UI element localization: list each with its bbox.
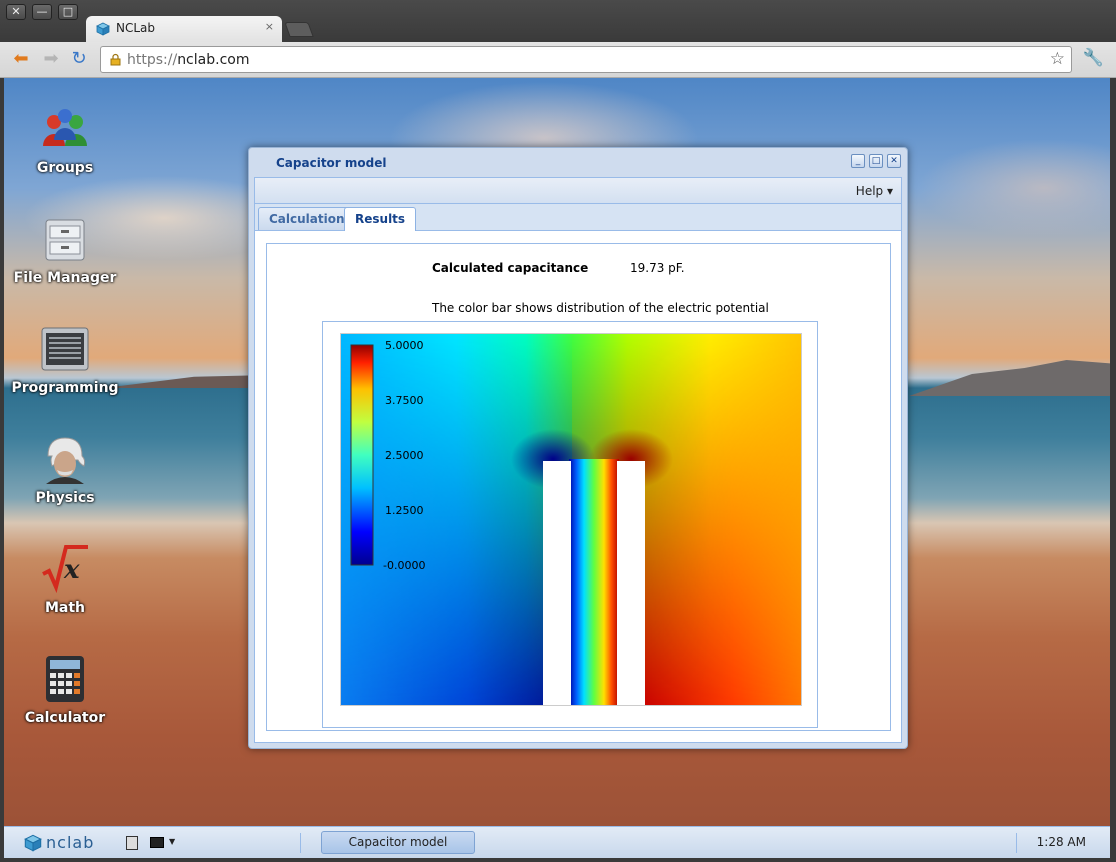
capacitor-model-window: Capacitor model _ □ ✕ Help ▾ Calculation… [248, 147, 908, 749]
groups-icon [43, 109, 87, 146]
results-panel: Calculated capacitance : 19.73 pF. The c… [266, 243, 891, 731]
colorbar-tick: -0.0000 [383, 559, 425, 572]
forward-arrow-icon[interactable]: ➡ [40, 48, 62, 70]
desktop-icon-physics[interactable]: Physics [4, 434, 126, 534]
square-root-x-icon: x [42, 545, 88, 594]
taskbar-clock: 1:28 AM [1036, 835, 1086, 849]
browser-frame-right [1110, 78, 1116, 858]
headland-decoration [104, 375, 254, 388]
browser-maximize-button[interactable]: □ [58, 4, 78, 20]
document-icon[interactable] [126, 836, 138, 850]
binary-terminal-icon [41, 327, 89, 371]
left-electrode [543, 461, 571, 705]
window-title: Capacitor model [276, 156, 387, 170]
desktop-icon-label: Programming [11, 380, 119, 396]
potential-description: The color bar shows distribution of the … [432, 301, 769, 315]
svg-text:x: x [63, 555, 80, 585]
mountain-decoration [909, 360, 1110, 396]
nclab-cube-icon [96, 22, 110, 36]
desktop-icon-label: Calculator [24, 710, 106, 726]
capacitance-label: Calculated capacitance [432, 261, 589, 275]
desktop-icon-label: Physics [35, 490, 95, 506]
window-minimize-button[interactable]: _ [851, 154, 865, 168]
right-electrode [617, 461, 645, 705]
results-content: Calculated capacitance : 19.73 pF. The c… [254, 231, 902, 743]
desktop-icon-label: Math [44, 600, 86, 616]
window-menubar: Help ▾ [254, 177, 902, 204]
desktop-icon-math[interactable]: x Math [4, 544, 126, 644]
desktop-icon-programming[interactable]: Programming [4, 324, 126, 424]
potential-plot-frame: 5.0000 3.7500 2.5000 1.2500 -0.0000 [322, 321, 818, 728]
window-maximize-button[interactable]: □ [869, 154, 883, 168]
capacitance-value: 19.73 pF. [630, 261, 685, 275]
desktop-icon-label: File Manager [13, 270, 117, 286]
lock-warning-icon [110, 53, 121, 66]
potential-plot: 5.0000 3.7500 2.5000 1.2500 -0.0000 [340, 333, 802, 706]
desktop-icon-label: Groups [36, 160, 94, 176]
browser-tab[interactable]: NCLab × [86, 16, 282, 43]
nclab-logo-text[interactable]: nclab [46, 833, 94, 852]
file-cabinet-icon [45, 219, 85, 261]
help-menu[interactable]: Help ▾ [856, 184, 893, 198]
wrench-icon[interactable]: 🔧 [1083, 48, 1104, 68]
calculator-icon [46, 656, 84, 702]
colorbar [350, 344, 374, 566]
back-arrow-icon[interactable]: ⬅ [10, 48, 32, 70]
colorbar-tick: 2.5000 [385, 449, 424, 462]
desktop-icon-groups[interactable]: Groups [4, 104, 126, 204]
window-close-button[interactable]: ✕ [887, 154, 901, 168]
browser-close-button[interactable]: ✕ [6, 4, 26, 20]
display-icon[interactable] [150, 837, 164, 848]
taskbar-task-capacitor-model[interactable]: Capacitor model [321, 831, 475, 854]
tab-results[interactable]: Results [344, 207, 417, 231]
potential-field-image: 5.0000 3.7500 2.5000 1.2500 -0.0000 [341, 334, 801, 705]
colorbar-tick: 5.0000 [385, 339, 424, 352]
browser-minimize-button[interactable]: — [32, 4, 52, 20]
taskbar-divider [1016, 833, 1017, 853]
einstein-portrait-icon [46, 437, 86, 484]
window-tabbar: Calculation Results [254, 204, 902, 231]
taskbar-divider [300, 833, 301, 853]
address-bar[interactable]: https://nclab.com ☆ [100, 46, 1072, 73]
tab-close-icon[interactable]: × [265, 20, 274, 33]
browser-toolbar: ⬅ ➡ ↻ https://nclab.com ☆ 🔧 [0, 42, 1116, 78]
capacitance-colon: : [574, 261, 579, 275]
chevron-down-icon[interactable]: ▼ [169, 837, 175, 846]
tab-calculation[interactable]: Calculation [258, 207, 356, 230]
browser-titlebar: ✕ — □ NCLab × [0, 0, 1116, 43]
colorbar-tick: 3.7500 [385, 394, 424, 407]
reload-icon[interactable]: ↻ [68, 48, 90, 70]
colorbar-tick: 1.2500 [385, 504, 424, 517]
nclab-logo-icon[interactable] [24, 834, 42, 852]
desktop-icon-calculator[interactable]: Calculator [4, 654, 126, 754]
bookmark-star-icon[interactable]: ☆ [1050, 49, 1065, 69]
browser-frame-bottom [0, 858, 1116, 862]
tab-title: NCLab [116, 21, 156, 35]
new-tab-button[interactable] [284, 22, 314, 37]
desktop-icon-file-manager[interactable]: File Manager [4, 214, 126, 314]
url-text: https://nclab.com [127, 52, 250, 68]
taskbar: nclab ▼ Capacitor model 1:28 AM [4, 826, 1110, 858]
